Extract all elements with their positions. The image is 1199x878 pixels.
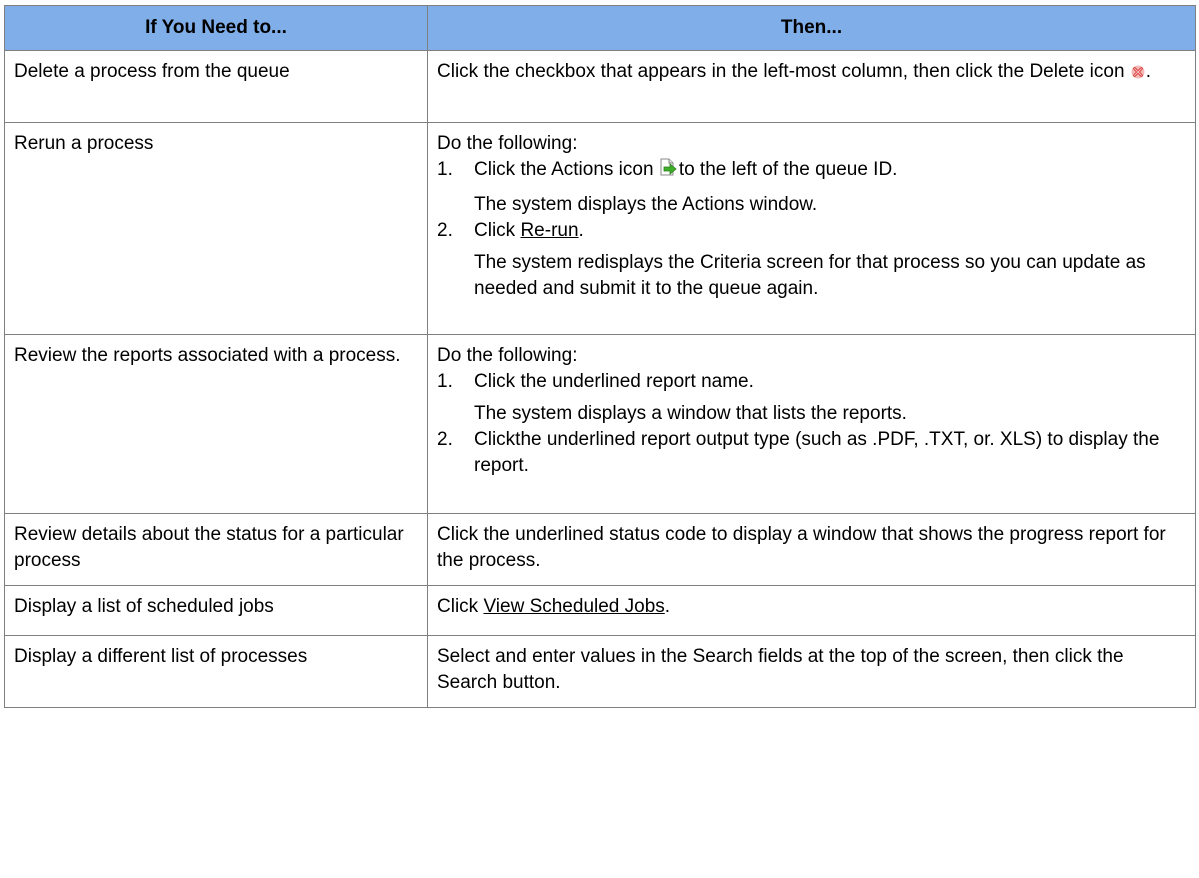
step-result: The system displays the Actions window.: [474, 194, 818, 215]
step-text: Clickthe underlined report output type (…: [474, 429, 1160, 476]
actions-icon[interactable]: [659, 158, 679, 186]
table-row: Display a different list of processes Se…: [4, 635, 1196, 708]
need-text: Display a list of scheduled jobs: [14, 596, 274, 617]
step-item: 2. Clickthe underlined report output typ…: [437, 427, 1186, 479]
need-cell: Review details about the status for a pa…: [4, 513, 428, 586]
step-number: 2.: [437, 220, 453, 241]
step-item: 1. Click the Actions icon to the left of…: [437, 157, 1186, 218]
table-row: Rerun a process Do the following: 1. Cli…: [4, 122, 1196, 335]
need-cell: Display a list of scheduled jobs: [4, 585, 428, 636]
then-cell: Do the following: 1. Click the Actions i…: [427, 122, 1196, 335]
delete-icon: [1130, 62, 1146, 88]
step-text: Click: [474, 220, 516, 241]
need-cell: Delete a process from the queue: [4, 50, 428, 123]
then-text: Select and enter values in the Search fi…: [437, 646, 1124, 693]
then-cell: Select and enter values in the Search fi…: [427, 635, 1196, 708]
intro-text: Do the following:: [437, 345, 578, 366]
rerun-link[interactable]: Re-run: [520, 220, 578, 241]
step-number: 1.: [437, 159, 453, 180]
then-cell: Click the checkbox that appears in the l…: [427, 50, 1196, 123]
then-text: Click the underlined status code to disp…: [437, 524, 1166, 571]
then-text: Click: [437, 596, 479, 617]
need-text: Delete a process from the queue: [14, 61, 290, 82]
table-row: Display a list of scheduled jobs Click V…: [4, 585, 1196, 636]
then-cell: Do the following: 1. Click the underline…: [427, 334, 1196, 514]
step-text-rest: .: [578, 220, 584, 241]
then-text: Click the checkbox that appears in the l…: [437, 61, 1125, 82]
need-text: Display a different list of processes: [14, 646, 308, 667]
need-text: Review the reports associated with a pro…: [14, 345, 401, 366]
then-text-end: .: [664, 596, 671, 617]
view-scheduled-jobs-link[interactable]: View Scheduled Jobs: [483, 596, 664, 617]
table-row: Review the reports associated with a pro…: [4, 334, 1196, 514]
need-cell: Rerun a process: [4, 122, 428, 335]
step-number: 2.: [437, 429, 453, 450]
step-text-rest: to the left of the queue ID.: [678, 159, 898, 180]
step-item: 2. Click Re-run. The system redisplays t…: [437, 218, 1186, 302]
step-result: The system displays a window that lists …: [474, 403, 907, 424]
need-cell: Review the reports associated with a pro…: [4, 334, 428, 514]
table-row: Delete a process from the queue Click th…: [4, 50, 1196, 123]
step-text: Click the underlined report name.: [474, 371, 754, 392]
then-text-end: .: [1145, 61, 1152, 82]
step-item: 1. Click the underlined report name. The…: [437, 369, 1186, 427]
step-text: Click the Actions icon: [474, 159, 654, 180]
header-if-you-need: If You Need to...: [4, 5, 428, 51]
steps-list: 1. Click the underlined report name. The…: [437, 369, 1186, 479]
need-text: Rerun a process: [14, 133, 154, 154]
table-row: Review details about the status for a pa…: [4, 513, 1196, 586]
help-table: If You Need to... Then... Delete a proce…: [4, 5, 1196, 708]
steps-list: 1. Click the Actions icon to the left of…: [437, 157, 1186, 302]
step-number: 1.: [437, 371, 453, 392]
need-text: Review details about the status for a pa…: [14, 524, 404, 571]
header-row: If You Need to... Then...: [4, 5, 1196, 51]
header-then: Then...: [427, 5, 1196, 51]
intro-text: Do the following:: [437, 133, 578, 154]
then-cell: Click View Scheduled Jobs.: [427, 585, 1196, 636]
need-cell: Display a different list of processes: [4, 635, 428, 708]
step-result: The system redisplays the Criteria scree…: [474, 252, 1146, 299]
then-cell: Click the underlined status code to disp…: [427, 513, 1196, 586]
